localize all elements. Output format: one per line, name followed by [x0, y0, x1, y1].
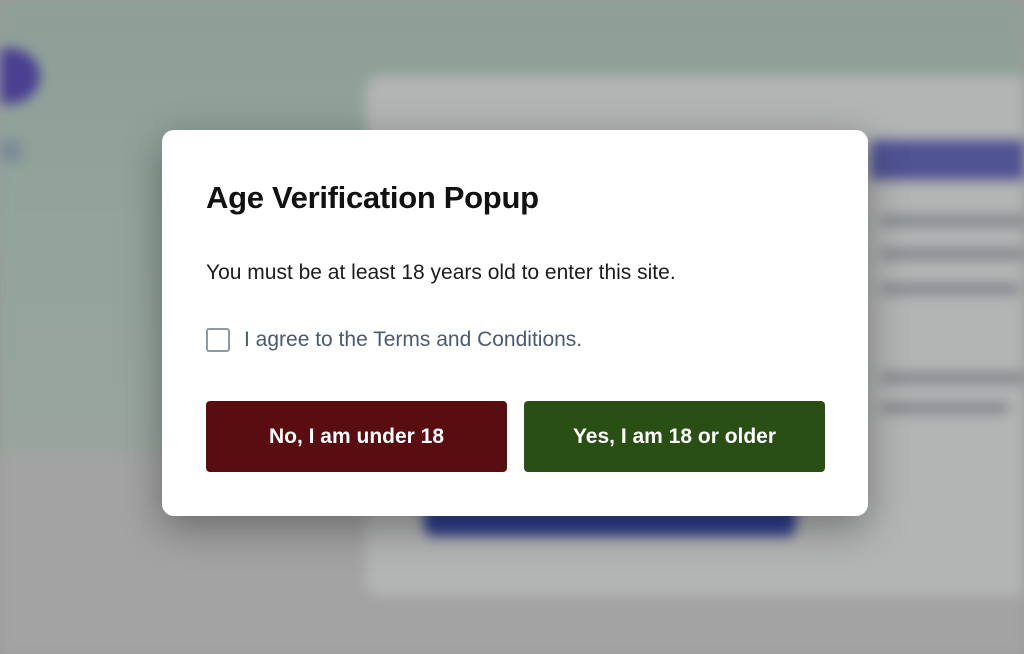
under-18-button[interactable]: No, I am under 18: [206, 401, 507, 472]
over-18-button[interactable]: Yes, I am 18 or older: [524, 401, 825, 472]
background-text-line: [880, 215, 1024, 227]
terms-agreement-row[interactable]: I agree to the Terms and Conditions.: [206, 328, 582, 352]
background-text-line: [880, 248, 1024, 260]
background-text-line: [880, 283, 1020, 295]
modal-title: Age Verification Popup: [206, 180, 539, 215]
background-text-line: [880, 402, 1010, 414]
age-verification-modal: Age Verification Popup You must be at le…: [162, 130, 868, 516]
background-heading: [870, 140, 1024, 180]
modal-message: You must be at least 18 years old to ent…: [206, 261, 676, 284]
background-text-line: [880, 372, 1024, 384]
terms-checkbox[interactable]: [206, 328, 230, 352]
terms-checkbox-label[interactable]: I agree to the Terms and Conditions.: [244, 328, 582, 352]
background-icon: [0, 140, 22, 162]
